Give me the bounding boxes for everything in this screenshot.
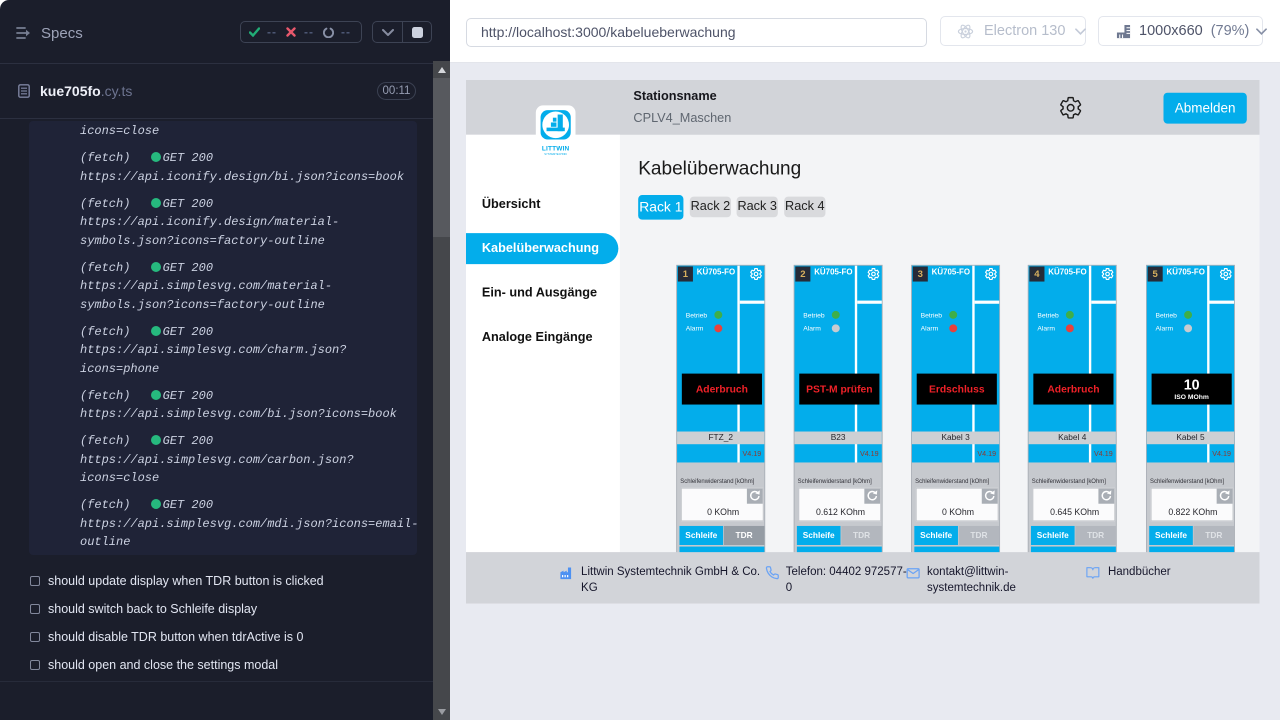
svg-text:LITTWIN: LITTWIN xyxy=(542,146,570,153)
svg-text:SYSTEMTECHNIK: SYSTEMTECHNIK xyxy=(544,152,567,156)
